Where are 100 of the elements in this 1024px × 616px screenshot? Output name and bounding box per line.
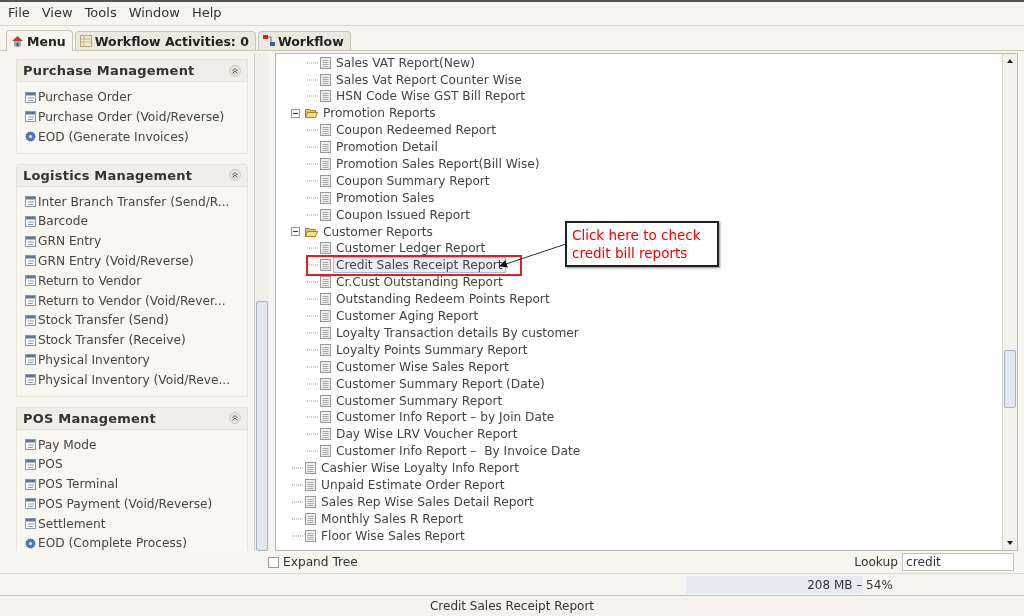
collapse-toggle-icon[interactable] xyxy=(291,108,300,118)
scrollbar[interactable] xyxy=(1002,54,1017,551)
menu-link[interactable]: Settlement xyxy=(38,516,106,531)
gear-icon xyxy=(25,538,36,549)
scroll-thumb[interactable] xyxy=(1004,350,1016,409)
tree-connector xyxy=(306,95,318,98)
menu-link[interactable]: Physical Inventory (Void/Reve... xyxy=(38,372,231,387)
menu-link[interactable]: Barcode xyxy=(38,214,88,229)
menu-link[interactable]: EOD (Generate Invoices) xyxy=(38,129,189,144)
menu-link[interactable]: POS xyxy=(38,457,63,472)
tree-folder[interactable]: Promotion Reports xyxy=(320,105,439,122)
menu-link[interactable]: Physical Inventory xyxy=(38,352,150,367)
tree-item[interactable]: Loyalty Transaction details By customer xyxy=(333,324,582,341)
menu-item[interactable]: File xyxy=(2,5,36,23)
menu-item[interactable]: Tools xyxy=(78,5,123,23)
tree-connector xyxy=(306,61,318,64)
panel-title: POS Management xyxy=(23,410,156,426)
tree-item[interactable]: Customer Info Report – by Join Date xyxy=(333,409,558,426)
scrollbar[interactable] xyxy=(254,53,269,552)
scroll-thumb[interactable] xyxy=(256,301,268,552)
menu-link[interactable]: Stock Transfer (Send) xyxy=(38,313,169,328)
tree-item[interactable]: Sales Vat Report Counter Wise xyxy=(333,71,525,88)
tree-item[interactable]: Customer Summary Report (Date) xyxy=(333,375,548,392)
tree-connector xyxy=(306,179,318,182)
form-icon xyxy=(25,215,36,227)
tree-item[interactable]: Day Wise LRV Voucher Report xyxy=(333,426,521,443)
tree-connector xyxy=(291,467,303,470)
tree-item[interactable]: Unpaid Estimate Order Report xyxy=(318,476,508,493)
menu-link[interactable]: Pay Mode xyxy=(38,437,97,452)
collapse-button[interactable] xyxy=(229,169,241,182)
tree-item[interactable]: Sales Rep Wise Sales Detail Report xyxy=(318,493,537,510)
lookup-field[interactable]: credit xyxy=(902,553,1014,572)
form-icon xyxy=(25,275,36,287)
document-icon xyxy=(320,259,331,272)
tree-item[interactable]: Coupon Issued Report xyxy=(333,206,473,223)
menu-link[interactable]: Purchase Order (Void/Reverse) xyxy=(38,109,225,124)
form-icon xyxy=(25,91,36,103)
menu-link[interactable]: Return to Vendor (Void/Rever... xyxy=(38,293,226,308)
tree-connector xyxy=(306,281,318,284)
menu-link[interactable]: EOD (Complete Process) xyxy=(38,536,187,551)
tree-connector xyxy=(291,483,303,486)
menu-link[interactable]: GRN Entry xyxy=(38,234,102,249)
tree-item[interactable]: Customer Wise Sales Report xyxy=(333,358,512,375)
callout-note: Click here to check credit bill reports xyxy=(565,221,719,268)
menu-link[interactable]: POS Terminal xyxy=(38,477,119,492)
tree-item[interactable]: Coupon Summary Report xyxy=(333,172,493,189)
menu-link[interactable]: POS Payment (Void/Reverse) xyxy=(38,496,213,511)
document-icon xyxy=(305,478,316,491)
tree-connector xyxy=(291,534,303,537)
tree-item[interactable]: Cr.Cust Outstanding Report xyxy=(333,274,506,291)
collapse-button[interactable] xyxy=(229,64,241,77)
menu-item[interactable]: View xyxy=(35,5,79,23)
field-label: Lookup xyxy=(854,555,898,570)
tree-connector xyxy=(306,247,318,250)
checkbox[interactable] xyxy=(268,556,279,568)
tree-item[interactable]: Sales VAT Report(New) xyxy=(333,54,479,71)
tab[interactable]: Menu xyxy=(6,30,73,52)
tree-item[interactable]: HSN Code Wise GST Bill Report xyxy=(333,88,529,105)
document-icon xyxy=(320,73,331,86)
tree-connector xyxy=(306,315,318,318)
tree-item[interactable]: Monthly Sales R Report xyxy=(318,510,466,527)
panel-title: Purchase Management xyxy=(23,63,195,79)
tree-item[interactable]: Customer Summary Report xyxy=(333,392,506,409)
form-icon xyxy=(25,458,36,470)
menu-item[interactable]: Help xyxy=(185,5,228,23)
menu-link[interactable]: GRN Entry (Void/Reverse) xyxy=(38,253,194,268)
tree-item[interactable]: Floor Wise Sales Report xyxy=(318,527,468,544)
tree-connector xyxy=(306,298,318,301)
tree-item[interactable]: Promotion Sales Report(Bill Wise) xyxy=(333,156,543,173)
tree-item[interactable]: Outstanding Redeem Points Report xyxy=(333,291,553,308)
menu-link[interactable]: Return to Vendor xyxy=(38,273,142,288)
tab[interactable]: Workflow xyxy=(257,31,351,51)
document-icon xyxy=(320,445,331,458)
document-icon xyxy=(305,512,316,525)
tree-item[interactable]: Customer Aging Report xyxy=(333,308,482,325)
menu-link[interactable]: Purchase Order xyxy=(38,90,132,105)
tree-item[interactable]: Credit Sales Receipt Report xyxy=(333,257,506,274)
double-chevron-icon xyxy=(230,65,240,76)
document-icon xyxy=(320,377,331,390)
tree-item[interactable]: Loyalty Points Summary Report xyxy=(333,341,531,358)
tree-connector xyxy=(306,129,318,132)
form-icon xyxy=(25,255,36,267)
form-icon xyxy=(25,235,36,247)
tree-item[interactable]: Promotion Sales xyxy=(333,189,438,206)
menu-item[interactable]: Window xyxy=(122,5,186,23)
tree-item[interactable]: Coupon Redeemed Report xyxy=(333,122,499,139)
tree-item[interactable]: Promotion Detail xyxy=(333,139,441,156)
document-icon xyxy=(320,124,331,137)
document-icon xyxy=(320,310,331,323)
collapse-button[interactable] xyxy=(229,412,241,425)
menu-link[interactable]: Stock Transfer (Receive) xyxy=(38,333,186,348)
tree-item[interactable]: Cashier Wise Loyalty Info Report xyxy=(318,460,523,477)
tab[interactable]: Workflow Activities: 0 xyxy=(74,31,256,51)
menu-link[interactable]: Inter Branch Transfer (Send/R... xyxy=(38,194,230,209)
tree-folder[interactable]: Customer Reports xyxy=(320,223,436,240)
tree-item[interactable]: Customer Ledger Report xyxy=(333,240,489,257)
document-icon xyxy=(320,208,331,221)
form-icon xyxy=(25,295,36,306)
tree-item[interactable]: Customer Info Report – By Invoice Date xyxy=(333,443,584,460)
collapse-toggle-icon[interactable] xyxy=(291,227,300,237)
